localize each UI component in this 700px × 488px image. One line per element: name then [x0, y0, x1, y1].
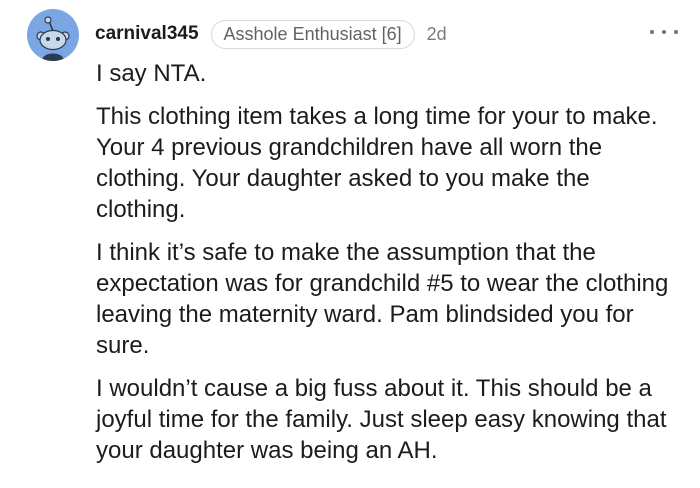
comment: carnival345 Asshole Enthusiast [6] 2d I … — [0, 0, 700, 488]
user-flair[interactable]: Asshole Enthusiast [6] — [210, 19, 415, 49]
comment-age: 2d — [426, 23, 447, 44]
comment-body: I say NTA. This clothing item takes a lo… — [96, 58, 681, 478]
snoo-avatar-icon — [36, 16, 70, 61]
comment-paragraph: This clothing item takes a long time for… — [96, 103, 658, 223]
dot — [662, 30, 666, 34]
more-options-icon[interactable] — [650, 22, 678, 42]
username[interactable]: carnival345 — [95, 23, 199, 45]
comment-paragraph: I think it’s safe to make the assumption… — [96, 239, 669, 359]
dot — [650, 30, 654, 34]
comment-paragraph: I wouldn’t cause a big fuss about it. Th… — [96, 375, 667, 464]
comment-header: carnival345 Asshole Enthusiast [6] 2d — [95, 18, 447, 50]
comment-paragraph: I say NTA. — [96, 60, 207, 87]
avatar[interactable] — [27, 9, 79, 61]
dot — [674, 30, 678, 34]
